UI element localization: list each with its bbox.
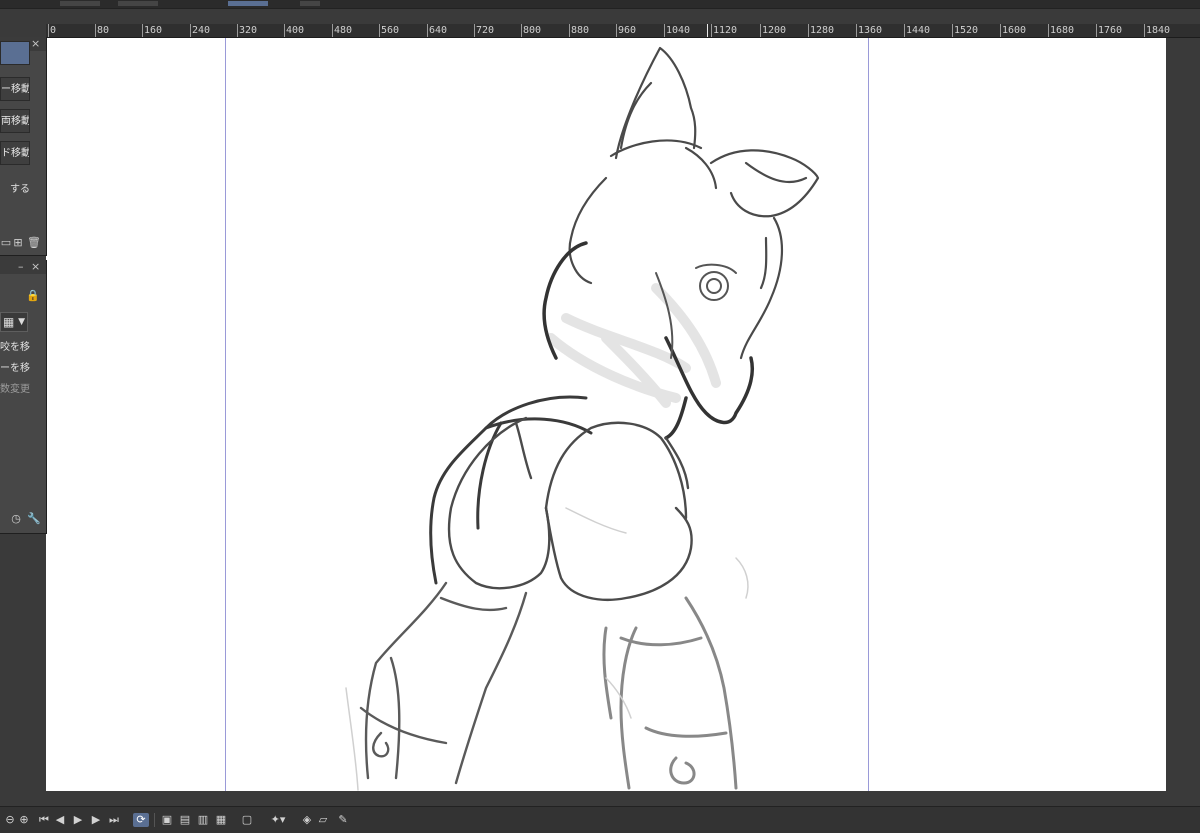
lock-icon[interactable]: 🔒 [26,290,40,302]
zoom-in-icon[interactable]: ⊕ [18,813,30,827]
ruler-tick: 1840 [1143,24,1171,37]
chevron-down-icon: ▼ [18,317,25,327]
ruler-tick: 1760 [1095,24,1123,37]
ruler-tick: 400 [283,24,305,37]
trash-icon[interactable]: 🗑 [27,237,41,249]
first-frame-icon[interactable]: ⏮ [38,813,50,827]
toolbar-segment[interactable] [300,1,320,6]
toolbar-divider [154,813,155,827]
vertical-scrollbar[interactable] [1166,38,1200,791]
ruler-tick: 0 [47,24,57,37]
ruler-tick: 1440 [903,24,931,37]
play-icon[interactable]: ▶ [72,813,84,827]
ruler-tick: 80 [94,24,110,37]
new-folder-icon[interactable]: ▭ [0,237,12,249]
zoom-out-icon[interactable]: ⊖ [4,813,16,827]
drawing-canvas[interactable] [46,38,1166,791]
ruler-tick: 1680 [1047,24,1075,37]
ruler-tick: 1600 [999,24,1027,37]
minimize-button[interactable]: – [18,260,24,273]
close-button[interactable]: × [31,37,40,50]
ruler-tick: 320 [236,24,258,37]
ruler-tick: 1520 [951,24,979,37]
tool-property-panel: – × ー移動 両移動 ド移動 する ▭ ⊞ 🗑 [0,37,47,256]
option-label: する [10,184,30,195]
onion-skin-icon[interactable]: ▦ [214,813,228,827]
option-layer-move[interactable]: ー移動 [0,77,30,101]
horizontal-ruler: 0 80 160 240 320 400 480 560 640 720 800… [46,24,1200,38]
ruler-tick: 880 [568,24,590,37]
ruler-tick: 960 [615,24,637,37]
ruler-tick: 720 [473,24,495,37]
wrench-icon[interactable]: 🔧 [27,513,41,525]
option-selected[interactable] [0,41,30,65]
ruler-tick: 1280 [807,24,835,37]
grid-dropdown[interactable]: ▦ ▼ [0,312,28,332]
grid-icon: ▦ [3,315,15,329]
sub-tool-detail-panel: – × 🔒 ▦ ▼ 咬を移動 ーを移動 数変更 ◷ 🔧 [0,260,47,534]
ruler-tick: 160 [141,24,163,37]
option-both-move[interactable]: 両移動 [0,109,30,133]
toolbar-segment[interactable] [118,1,158,6]
ruler-tick: 1040 [663,24,691,37]
ruler-tick: 800 [520,24,542,37]
toolbar-segment-selected[interactable] [228,1,268,6]
light-table-icon[interactable]: ▱ [316,813,330,827]
top-toolbar-strip [0,0,1200,9]
option-label[interactable]: 咬を移動 [0,338,30,353]
sketch-drawing [345,46,820,791]
move-icon[interactable]: ◈ [300,813,314,827]
panel-titlebar[interactable]: – × [0,260,46,274]
light-table-icon[interactable]: ✦▾ [266,813,290,827]
frame-icon[interactable]: ▢ [240,813,254,827]
toolbar-segment[interactable] [60,1,100,6]
close-button[interactable]: × [31,260,40,273]
ruler-tick: 640 [426,24,448,37]
clock-icon[interactable]: ◷ [10,513,22,525]
option-label[interactable]: ーを移動 [0,359,30,374]
new-animation-folder-icon[interactable]: ▣ [160,813,174,827]
loop-icon[interactable]: ⟳ [133,813,149,827]
ruler-tick: 480 [331,24,353,37]
ruler-tick: 1360 [855,24,883,37]
canvas-workarea[interactable] [46,38,1200,791]
ruler-tick: 1200 [759,24,787,37]
add-cel-icon[interactable]: ▤ [178,813,192,827]
ruler-tick: 1120 [710,24,738,37]
brush-icon[interactable]: ✎ [336,813,350,827]
duplicate-cel-icon[interactable]: ▥ [196,813,210,827]
option-guide-move[interactable]: ド移動 [0,141,30,165]
ruler-tick: 240 [189,24,211,37]
copy-layer-icon[interactable]: ⊞ [12,237,24,249]
next-frame-icon[interactable]: ▶ [90,813,102,827]
ruler-tick: 560 [378,24,400,37]
prev-frame-icon[interactable]: ◀ [54,813,66,827]
last-frame-icon[interactable]: ⏭ [108,813,120,827]
timeline-toolbar: ⊖ ⊕ ⏮ ◀ ▶ ▶ ⏭ ⟳ ▣ ▤ ▥ ▦ ▢ ✦▾ ◈ ▱ ✎ [0,806,1200,833]
option-label[interactable]: 数変更 [0,380,30,395]
ruler-cursor-marker [707,24,708,37]
